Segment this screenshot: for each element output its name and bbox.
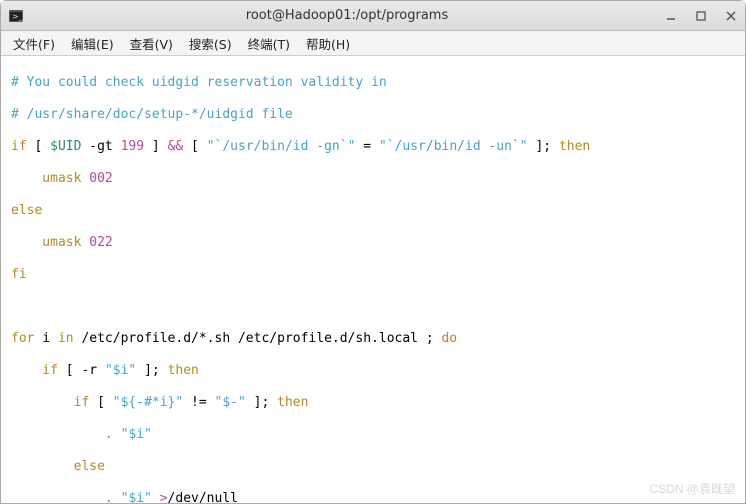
code-line: if [ -r "$i" ]; then bbox=[11, 363, 735, 379]
menu-help[interactable]: 帮助(H) bbox=[298, 32, 358, 55]
window-title: root@Hadoop01:/opt/programs bbox=[31, 8, 663, 23]
menu-edit[interactable]: 编辑(E) bbox=[63, 32, 122, 55]
code-line: if [ "${-#*i}" != "$-" ]; then bbox=[11, 395, 735, 411]
svg-text:>_: >_ bbox=[12, 12, 24, 21]
code-line: fi bbox=[11, 267, 735, 283]
menu-search[interactable]: 搜索(S) bbox=[181, 32, 240, 55]
code-line: . "$i" >/dev/null bbox=[11, 491, 735, 503]
code-line: for i in /etc/profile.d/*.sh /etc/profil… bbox=[11, 331, 735, 347]
code-line: else bbox=[11, 459, 735, 475]
code-line: if [ $UID -gt 199 ] && [ "`/usr/bin/id -… bbox=[11, 139, 735, 155]
code-line: else bbox=[11, 203, 735, 219]
close-button[interactable] bbox=[723, 8, 739, 24]
code-line: . "$i" bbox=[11, 427, 735, 443]
titlebar: >_ root@Hadoop01:/opt/programs bbox=[1, 1, 745, 31]
window-controls bbox=[663, 8, 739, 24]
maximize-button[interactable] bbox=[693, 8, 709, 24]
menubar: 文件(F) 编辑(E) 查看(V) 搜索(S) 终端(T) 帮助(H) bbox=[1, 31, 745, 56]
menu-terminal[interactable]: 终端(T) bbox=[240, 32, 298, 55]
menu-view[interactable]: 查看(V) bbox=[122, 32, 181, 55]
terminal-app-icon: >_ bbox=[7, 7, 25, 25]
code-line: umask 022 bbox=[11, 235, 735, 251]
terminal-viewport[interactable]: # You could check uidgid reservation val… bbox=[1, 56, 745, 503]
comment-line: # You could check uidgid reservation val… bbox=[11, 75, 735, 91]
minimize-button[interactable] bbox=[663, 8, 679, 24]
menu-file[interactable]: 文件(F) bbox=[5, 32, 63, 55]
comment-line: # /usr/share/doc/setup-*/uidgid file bbox=[11, 107, 735, 123]
blank-line bbox=[11, 299, 735, 315]
code-line: umask 002 bbox=[11, 171, 735, 187]
